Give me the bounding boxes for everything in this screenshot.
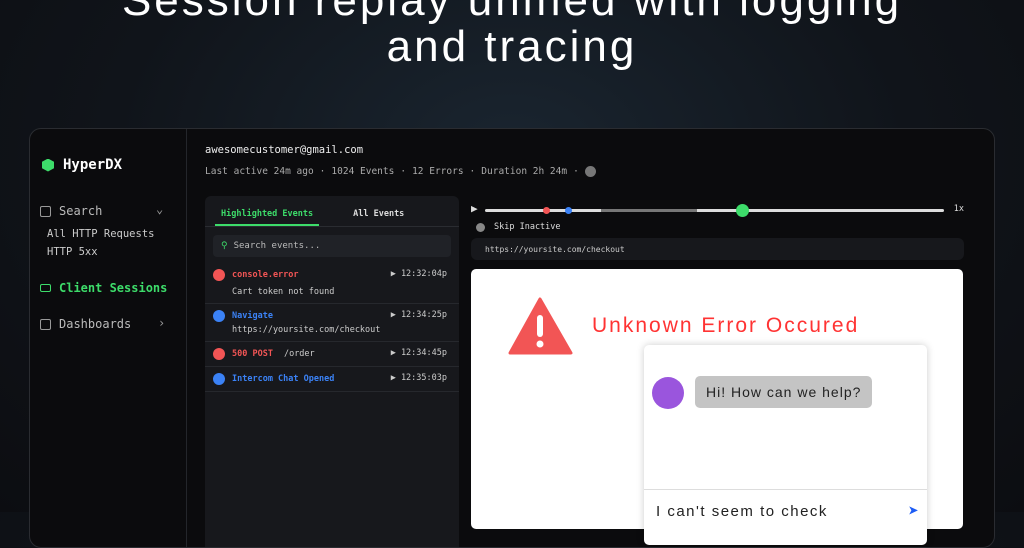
tab-all-events[interactable]: All Events (347, 196, 410, 226)
speed-button[interactable]: 1x (954, 204, 964, 214)
label: Dashboards (59, 317, 132, 331)
event-name: Navigate (232, 311, 273, 321)
duration: Duration 2h 24m (481, 166, 568, 177)
event-count: 1024 Events (331, 166, 395, 177)
sidebar-item-client-sessions[interactable]: Client Sessions (40, 281, 167, 295)
tab-highlighted-events[interactable]: Highlighted Events (215, 196, 320, 226)
chat-widget: Hi! How can we help? I can't seem to che… (644, 345, 927, 545)
search-icon: ⚲ (221, 241, 228, 251)
error-count: 12 Errors (412, 166, 464, 177)
last-active: Last active 24m ago (205, 166, 314, 177)
event-row[interactable]: Navigate ▶ 12:34:25p https://yoursite.com/… (205, 304, 459, 342)
logo-icon (42, 158, 54, 172)
laptop-icon (40, 284, 51, 292)
logo[interactable]: HyperDX (42, 157, 122, 173)
timeline[interactable]: ▶ 1x (471, 196, 964, 222)
sep: · (319, 166, 326, 177)
skip-inactive-toggle[interactable]: Skip Inactive (471, 222, 964, 232)
network-icon (213, 348, 225, 360)
replay-viewport: Unknown Error Occured Hi! How can we hel… (471, 269, 963, 545)
sidebar-item-search[interactable]: Search (40, 204, 102, 218)
event-time[interactable]: ▶ 12:34:45p (391, 348, 447, 358)
saved-search-all-http[interactable]: All HTTP Requests (47, 228, 154, 240)
time: 12:35:03p (400, 373, 447, 383)
event-path: /order (283, 349, 315, 359)
event-time[interactable]: ▶ 12:35:03p (391, 373, 447, 383)
error-marker[interactable] (543, 207, 550, 214)
chrome-icon (584, 166, 596, 177)
sidebar-item-dashboards[interactable]: Dashboards (40, 317, 131, 331)
replay-player: ▶ 1x Skip Inactive https://yoursite.com/… (471, 196, 964, 545)
sep: · (400, 166, 407, 177)
event-name: Intercom Chat Opened (232, 374, 335, 384)
event-desc: https://yoursite.com/checkout (232, 325, 381, 335)
event-name: console.error (232, 270, 299, 280)
globe-icon (213, 310, 225, 322)
navigate-marker[interactable] (565, 207, 572, 214)
chat-icon (213, 373, 225, 385)
search-list-icon (40, 205, 51, 217)
time: 12:32:04p (400, 269, 447, 279)
event-time[interactable]: ▶ 12:32:04p (391, 269, 447, 279)
error-title: Unknown Error Occured (592, 314, 860, 337)
url-bar: https://yoursite.com/checkout (471, 238, 964, 260)
agent-avatar (652, 377, 684, 409)
session-meta: Last active 24m ago · 1024 Events · 12 Err… (205, 166, 596, 177)
label: Client Sessions (59, 281, 168, 295)
event-row[interactable]: 500 POST/order ▶ 12:34:45p (205, 342, 459, 367)
event-desc: Cart token not found (232, 287, 335, 297)
sidebar: HyperDX Search ⌄ All HTTP Requests HTTP … (30, 129, 187, 547)
search-events-input[interactable]: ⚲ Search events... (213, 235, 451, 257)
chevron-right-icon[interactable]: › (158, 316, 165, 330)
warning-icon (508, 297, 573, 355)
timeline-track[interactable] (485, 204, 944, 217)
scrubber-handle[interactable] (736, 204, 750, 217)
events-panel: Highlighted Events All Events ⚲ Search ev… (205, 196, 459, 547)
console-icon (213, 269, 225, 281)
label: Skip Inactive (494, 222, 561, 232)
user-email: awesomecustomer@gmail.com (205, 144, 364, 156)
dashboard-icon (40, 318, 51, 330)
event-row[interactable]: Intercom Chat Opened ▶ 12:35:03p (205, 367, 459, 392)
app-window: HyperDX Search ⌄ All HTTP Requests HTTP … (29, 128, 995, 548)
brand-name: HyperDX (63, 157, 123, 173)
hero-title-line2: and tracing (386, 22, 638, 71)
chat-input[interactable]: I can't seem to check (644, 489, 927, 533)
placeholder: Search events... (233, 241, 321, 251)
chevron-down-icon[interactable]: ⌄ (156, 202, 163, 216)
play-icon[interactable]: ▶ (471, 202, 478, 215)
toggle-icon (476, 222, 485, 232)
time: 12:34:45p (400, 348, 447, 358)
event-name: 500 POST (232, 349, 273, 359)
chat-message: Hi! How can we help? (695, 376, 873, 408)
inactive-segment (601, 209, 697, 212)
sep: · (573, 166, 579, 177)
time: 12:34:25p (400, 310, 447, 320)
label: Search (59, 204, 103, 218)
sep: · (469, 166, 476, 177)
event-row[interactable]: console.error ▶ 12:32:04p Cart token not f… (205, 263, 459, 304)
event-time[interactable]: ▶ 12:34:25p (391, 310, 447, 320)
saved-search-http-5xx[interactable]: HTTP 5xx (47, 246, 98, 258)
